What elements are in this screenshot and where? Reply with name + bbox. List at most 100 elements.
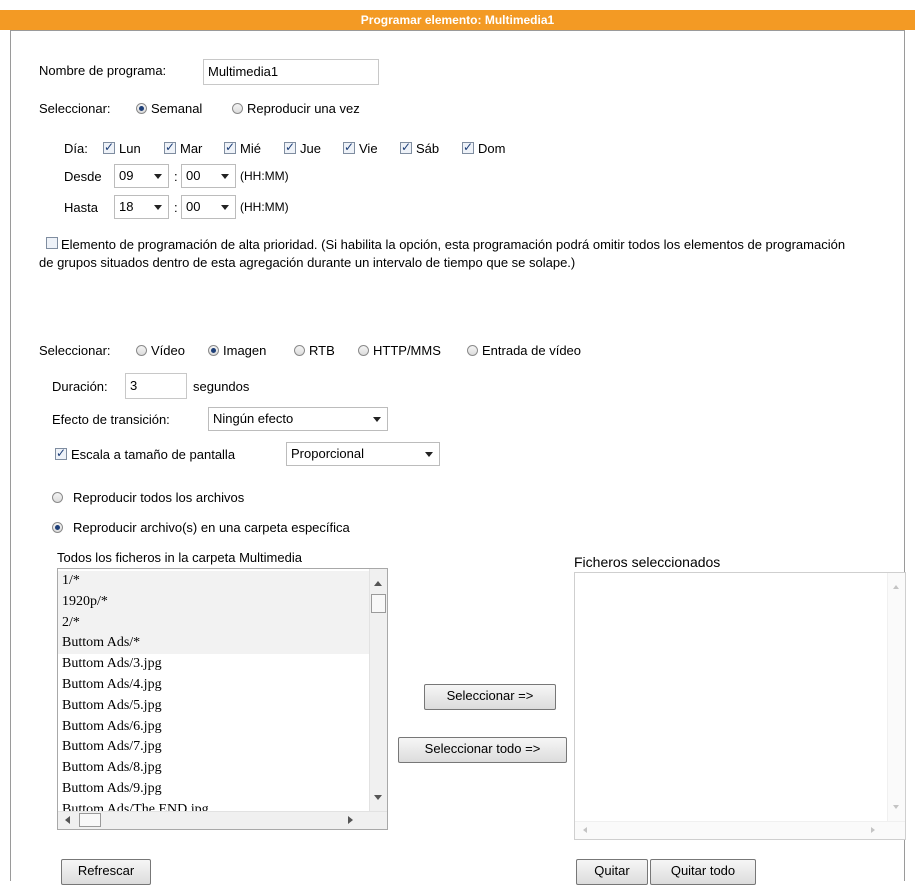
day-mon-label: Lun (119, 141, 141, 156)
from-minute-select[interactable]: 00 (181, 164, 236, 188)
list-item[interactable]: Buttom Ads/* (58, 633, 370, 655)
remove-button[interactable]: Quitar (576, 859, 648, 885)
triangle-up-icon[interactable] (893, 585, 899, 589)
radio-video-input-indicator[interactable] (467, 345, 478, 356)
day-thu-checkbox[interactable] (284, 140, 296, 154)
all-files-hscroll[interactable] (58, 811, 387, 829)
from-colon: : (174, 169, 178, 184)
from-format: (HH:MM) (240, 169, 289, 183)
day-tue-label: Mar (180, 141, 203, 156)
radio-image[interactable]: Imagen (208, 343, 266, 358)
list-item[interactable]: Buttom Ads/6.jpg (58, 717, 370, 738)
from-hour-value: 09 (119, 168, 134, 183)
program-name-label: Nombre de programa: (39, 63, 167, 78)
list-item[interactable]: Buttom Ads/8.jpg (58, 758, 370, 779)
radio-play-once[interactable]: Reproducir una vez (232, 101, 360, 116)
scale-checkbox[interactable] (55, 446, 67, 460)
triangle-up-icon[interactable] (374, 581, 382, 586)
radio-play-once-label: Reproducir una vez (247, 101, 360, 116)
from-hour-select[interactable]: 09 (114, 164, 169, 188)
radio-video[interactable]: Vídeo (136, 343, 185, 358)
list-item[interactable]: Buttom Ads/5.jpg (58, 696, 370, 717)
scale-select[interactable]: Proporcional (286, 442, 440, 466)
to-colon: : (174, 200, 178, 215)
list-item[interactable]: 1920p/* (58, 591, 370, 613)
remove-all-button[interactable]: Quitar todo (650, 859, 756, 885)
to-minute-value: 00 (186, 199, 201, 214)
radio-play-all[interactable]: Reproducir todos los archivos (52, 490, 244, 505)
list-item[interactable]: 2/* (58, 612, 370, 634)
radio-rtb[interactable]: RTB (294, 343, 335, 358)
program-name-input[interactable]: Multimedia1 (203, 59, 379, 85)
list-item[interactable]: Buttom Ads/3.jpg (58, 654, 370, 675)
day-wed-label: Mié (240, 141, 261, 156)
triangle-right-icon[interactable] (871, 827, 875, 833)
day-thu[interactable]: Jue (284, 140, 321, 156)
day-sat[interactable]: Sáb (400, 140, 439, 156)
radio-weekly[interactable]: Semanal (136, 101, 202, 116)
radio-play-folder-indicator[interactable] (52, 522, 63, 533)
duration-input[interactable]: 3 (125, 373, 187, 399)
list-item[interactable]: Buttom Ads/4.jpg (58, 675, 370, 696)
radio-video-input-label: Entrada de vídeo (482, 343, 582, 358)
day-mon[interactable]: Lun (103, 140, 141, 156)
to-hour-select[interactable]: 18 (114, 195, 169, 219)
radio-play-once-indicator[interactable] (232, 103, 243, 114)
all-files-list[interactable]: 1/* 1920p/* 2/* Buttom Ads/* Buttom Ads/3.jp… (57, 568, 388, 830)
day-tue-checkbox[interactable] (164, 140, 176, 154)
radio-play-all-indicator[interactable] (52, 492, 63, 503)
top-strip (0, 0, 915, 10)
to-label: Hasta (64, 200, 98, 215)
radio-video-indicator[interactable] (136, 345, 147, 356)
day-mon-checkbox[interactable] (103, 140, 115, 154)
day-wed-checkbox[interactable] (224, 140, 236, 154)
list-item[interactable]: Buttom Ads/9.jpg (58, 779, 370, 800)
day-sun[interactable]: Dom (462, 140, 505, 156)
radio-http-mms-indicator[interactable] (358, 345, 369, 356)
triangle-down-icon[interactable] (893, 805, 899, 809)
triangle-right-icon[interactable] (348, 816, 353, 824)
day-tue[interactable]: Mar (164, 140, 203, 156)
transition-select[interactable]: Ningún efecto (208, 407, 388, 431)
day-fri-label: Vie (359, 141, 378, 156)
all-files-label: Todos los ficheros in la carpeta Multime… (57, 550, 302, 565)
refresh-button[interactable]: Refrescar (61, 859, 151, 885)
to-minute-select[interactable]: 00 (181, 195, 236, 219)
day-sat-checkbox[interactable] (400, 140, 412, 154)
scale-label: Escala a tamaño de pantalla (71, 447, 236, 462)
triangle-down-icon[interactable] (374, 795, 382, 800)
selected-files-hscroll[interactable] (575, 821, 905, 839)
radio-weekly-label: Semanal (151, 101, 203, 116)
day-wed[interactable]: Mié (224, 140, 261, 156)
mode-select-label: Seleccionar: (39, 101, 111, 116)
selected-files-label: Ficheros seleccionados (574, 554, 721, 570)
media-select-label: Seleccionar: (39, 343, 111, 358)
select-button[interactable]: Seleccionar => (424, 684, 556, 710)
all-files-hscroll-thumb[interactable] (79, 813, 101, 827)
radio-weekly-indicator[interactable] (136, 103, 147, 114)
radio-image-indicator[interactable] (208, 345, 219, 356)
radio-rtb-indicator[interactable] (294, 345, 305, 356)
all-files-vscroll[interactable] (369, 569, 387, 814)
triangle-left-icon[interactable] (65, 816, 70, 824)
scale-option[interactable]: Escala a tamaño de pantalla (55, 446, 236, 462)
day-fri[interactable]: Vie (343, 140, 378, 156)
chevron-down-icon (221, 205, 229, 210)
radio-http-mms[interactable]: HTTP/MMS (358, 343, 441, 358)
chevron-down-icon (425, 452, 433, 457)
selected-files-list[interactable] (574, 572, 906, 840)
chevron-down-icon (154, 205, 162, 210)
radio-video-label: Vídeo (151, 343, 185, 358)
list-item[interactable]: Buttom Ads/7.jpg (58, 737, 370, 758)
chevron-down-icon (221, 174, 229, 179)
day-sun-checkbox[interactable] (462, 140, 474, 154)
triangle-left-icon[interactable] (583, 827, 587, 833)
radio-video-input[interactable]: Entrada de vídeo (467, 343, 581, 358)
select-all-button[interactable]: Seleccionar todo => (398, 737, 567, 763)
day-fri-checkbox[interactable] (343, 140, 355, 154)
all-files-vscroll-thumb[interactable] (371, 594, 386, 613)
selected-files-vscroll[interactable] (887, 573, 905, 823)
radio-play-folder[interactable]: Reproducir archivo(s) en una carpeta esp… (52, 520, 350, 535)
list-item[interactable]: 1/* (58, 571, 370, 592)
duration-label: Duración: (52, 379, 108, 394)
